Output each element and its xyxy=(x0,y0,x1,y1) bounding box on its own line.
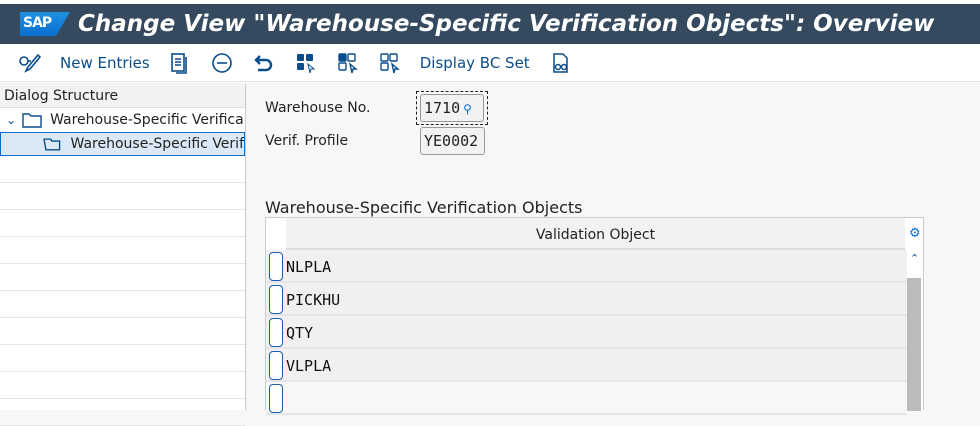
title-bar: SAP Change View "Warehouse-Specific Veri… xyxy=(0,0,980,44)
table-title: Warehouse-Specific Verification Objects xyxy=(265,198,583,217)
scroll-up-icon[interactable]: ⌃ xyxy=(910,252,919,265)
warehouse-label: Warehouse No. xyxy=(265,100,371,116)
table-row[interactable]: QTY xyxy=(266,316,907,349)
row-selector[interactable] xyxy=(269,252,283,281)
row-selector[interactable] xyxy=(269,285,283,314)
select-all-icon xyxy=(296,53,316,73)
cell-value: NLPLA xyxy=(286,258,332,276)
undo-icon xyxy=(254,54,272,71)
cell-value: VLPLA xyxy=(286,357,332,375)
deselect-all-icon xyxy=(380,52,400,73)
open-folder-icon xyxy=(43,138,61,151)
tree-node-parent[interactable]: ⌄ Warehouse-Specific Verifica xyxy=(0,108,245,132)
row-selector[interactable] xyxy=(269,384,283,413)
page-title: Change View "Warehouse-Specific Verifica… xyxy=(78,11,935,37)
cell-value: QTY xyxy=(286,324,314,342)
select-block-button[interactable] xyxy=(336,51,360,75)
deselect-all-button[interactable] xyxy=(378,51,402,75)
document-glasses-icon xyxy=(552,52,568,73)
folder-icon xyxy=(22,113,42,128)
empty-rows xyxy=(0,156,245,426)
value-help-icon[interactable]: ⚲ xyxy=(463,102,472,116)
document-copy-icon xyxy=(170,52,187,74)
table-settings-icon[interactable]: ⚙ xyxy=(909,226,921,241)
table-row[interactable]: VLPLA xyxy=(266,349,907,382)
minus-circle-icon xyxy=(211,52,232,73)
table-row[interactable] xyxy=(266,382,907,415)
warehouse-field[interactable]: 1710 ⚲ xyxy=(420,94,484,122)
delete-button[interactable] xyxy=(210,51,234,75)
table-row[interactable]: NLPLA xyxy=(266,250,907,283)
glasses-pencil-icon xyxy=(19,53,42,73)
dialog-structure-panel: Dialog Structure ⌄ Warehouse-Specific Ve… xyxy=(0,84,246,426)
display-change-button[interactable] xyxy=(18,51,42,75)
toolbar: New Entries Display BC Set xyxy=(0,44,980,82)
chevron-down-icon[interactable]: ⌄ xyxy=(6,113,16,127)
row-selector[interactable] xyxy=(269,351,283,380)
table-row[interactable]: PICKHU xyxy=(266,283,907,316)
dialog-structure-header: Dialog Structure xyxy=(0,84,245,108)
sap-logo: SAP xyxy=(20,12,70,36)
tree-node-selected[interactable]: Warehouse-Specific Verif xyxy=(0,132,245,156)
display-bc-set-button[interactable]: Display BC Set xyxy=(420,54,530,72)
scrollbar-thumb[interactable] xyxy=(907,278,921,411)
copy-as-button[interactable] xyxy=(168,51,192,75)
undo-button[interactable] xyxy=(252,51,276,75)
profile-field: YE0002 xyxy=(420,127,485,155)
column-header-validation-object[interactable]: Validation Object xyxy=(286,218,905,250)
tree-node-label: Warehouse-Specific Verifica xyxy=(50,112,244,128)
tree-node-label: Warehouse-Specific Verif xyxy=(70,136,244,152)
row-selector[interactable] xyxy=(269,318,283,347)
new-entries-button[interactable]: New Entries xyxy=(60,54,150,72)
select-block-icon xyxy=(338,52,358,73)
profile-label: Verif. Profile xyxy=(265,133,349,149)
warehouse-value: 1710 xyxy=(424,99,461,117)
where-used-button[interactable] xyxy=(548,51,572,75)
cell-value: PICKHU xyxy=(286,291,341,309)
select-all-button[interactable] xyxy=(294,51,318,75)
verification-objects-table: Validation Object ⚙ NLPLA PICKHU QTY VLP… xyxy=(265,217,924,415)
